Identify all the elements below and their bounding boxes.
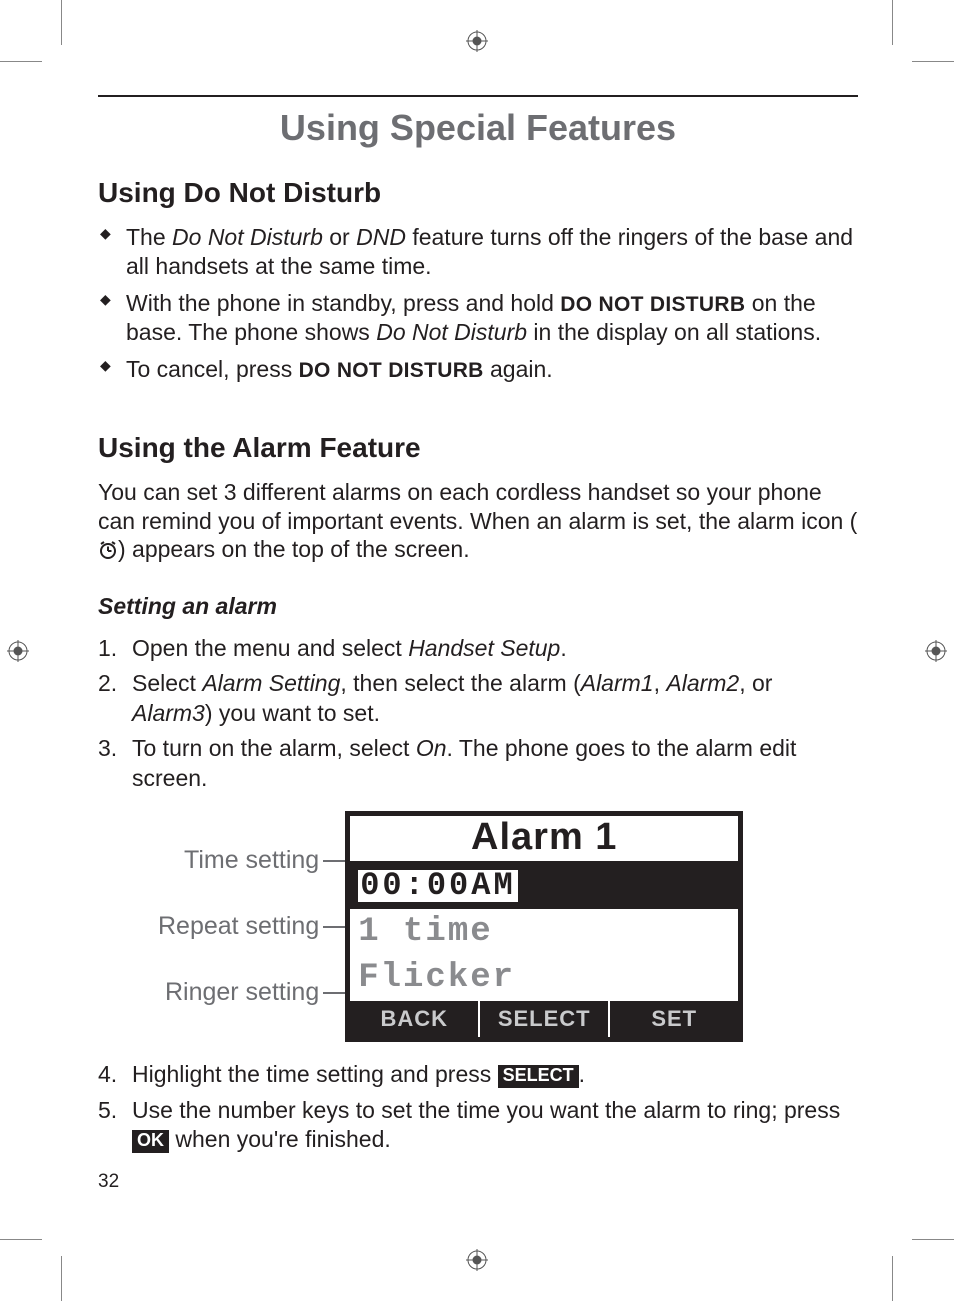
text: Open the menu and select [132, 635, 408, 661]
alarm-step-3: To turn on the alarm, select On. The pho… [98, 734, 858, 793]
softkey-back: BACK [350, 1001, 478, 1037]
text: again. [484, 356, 553, 382]
callout-ringer: Ringer setting [165, 978, 319, 1007]
lcd-screen: Alarm 1 00:00AM 1 time Flicker BACK SELE… [345, 811, 743, 1042]
alarm-subheading: Setting an alarm [98, 593, 858, 620]
hardkey-label: DO NOT DISTURB [299, 359, 484, 382]
lcd-softkeys: BACK SELECT SET [350, 1001, 738, 1037]
text: , [654, 670, 667, 696]
registration-mark-icon [7, 640, 29, 662]
alarm-intro: You can set 3 different alarms on each c… [98, 478, 858, 567]
lcd-time-value: 00:00AM [358, 870, 517, 902]
dnd-heading: Using Do Not Disturb [98, 177, 858, 209]
alarm-step-5: Use the number keys to set the time you … [98, 1096, 858, 1155]
text: Use the number keys to set the time you … [132, 1097, 840, 1123]
alarm-steps: Open the menu and select Handset Setup. … [98, 634, 858, 793]
crop-mark [0, 1239, 42, 1259]
text: Select [132, 670, 202, 696]
alarm-step-1: Open the menu and select Handset Setup. [98, 634, 858, 663]
registration-mark-icon [466, 30, 488, 52]
alarm-steps-cont: Highlight the time setting and press SEL… [98, 1060, 858, 1154]
crop-mark [912, 42, 954, 62]
hardkey-label: DO NOT DISTURB [560, 293, 745, 316]
crop-mark [892, 1256, 912, 1301]
top-rule [98, 95, 858, 97]
text: when you're finished. [169, 1126, 391, 1152]
lcd-ringer-value: Flicker [358, 959, 515, 997]
lcd-row-repeat: 1 time [350, 909, 738, 955]
text-italic: Do Not Disturb [376, 319, 527, 345]
text-italic: Do Not Disturb [172, 224, 323, 250]
registration-mark-icon [466, 1249, 488, 1271]
text: To cancel, press [126, 356, 299, 382]
text: ) you want to set. [205, 700, 380, 726]
text: or [323, 224, 356, 250]
crop-mark [42, 0, 62, 45]
crop-mark [892, 0, 912, 45]
select-keycap: SELECT [498, 1065, 579, 1088]
lcd-row-ringer: Flicker [350, 955, 738, 1001]
connector-line [323, 926, 345, 928]
text: in the display on all stations. [527, 319, 821, 345]
text: With the phone in standby, press and hol… [126, 290, 560, 316]
text-italic: DND [356, 224, 406, 250]
softkey-set: SET [608, 1001, 738, 1037]
text: To turn on the alarm, select [132, 735, 416, 761]
crop-mark [0, 42, 42, 62]
text-italic: Alarm Setting [202, 670, 340, 696]
lcd-figure: Time setting Repeat setting Ringer setti… [158, 811, 858, 1042]
dnd-bullet-2: With the phone in standby, press and hol… [126, 289, 858, 347]
lcd-row-time: 00:00AM [350, 863, 738, 909]
alarm-step-2: Select Alarm Setting, then select the al… [98, 669, 858, 728]
text-italic: On [416, 735, 447, 761]
text: . [560, 635, 566, 661]
text-italic: Handset Setup [408, 635, 560, 661]
text-italic: Alarm3 [132, 700, 205, 726]
text: ) appears on the top of the screen. [118, 536, 470, 562]
lcd-title: Alarm 1 [350, 816, 738, 863]
callout-repeat: Repeat setting [158, 912, 319, 941]
lcd-repeat-value: 1 time [358, 913, 492, 951]
callout-time: Time setting [184, 846, 319, 875]
alarm-clock-icon [98, 538, 118, 567]
registration-mark-icon [925, 640, 947, 662]
text-italic: Alarm1 [581, 670, 654, 696]
text: Highlight the time setting and press [132, 1061, 498, 1087]
softkey-select: SELECT [478, 1001, 608, 1037]
alarm-step-4: Highlight the time setting and press SEL… [98, 1060, 858, 1089]
connector-line [323, 860, 345, 862]
text-italic: Alarm2 [666, 670, 739, 696]
dnd-list: The Do Not Disturb or DND feature turns … [98, 223, 858, 384]
connector-line [323, 992, 345, 994]
lcd-callouts: Time setting Repeat setting Ringer setti… [158, 811, 345, 1042]
page-content: Using Special Features Using Do Not Dist… [98, 95, 858, 1161]
page-number: 32 [98, 1171, 119, 1193]
text: . [579, 1061, 585, 1087]
alarm-heading: Using the Alarm Feature [98, 432, 858, 464]
page-title: Using Special Features [98, 107, 858, 149]
crop-mark [912, 1239, 954, 1259]
dnd-bullet-1: The Do Not Disturb or DND feature turns … [126, 223, 858, 281]
text: You can set 3 different alarms on each c… [98, 479, 857, 534]
text: , or [739, 670, 772, 696]
ok-keycap: OK [132, 1130, 169, 1153]
text: , then select the alarm ( [340, 670, 580, 696]
crop-mark [42, 1256, 62, 1301]
dnd-bullet-3: To cancel, press DO NOT DISTURB again. [126, 355, 858, 384]
text: The [126, 224, 172, 250]
